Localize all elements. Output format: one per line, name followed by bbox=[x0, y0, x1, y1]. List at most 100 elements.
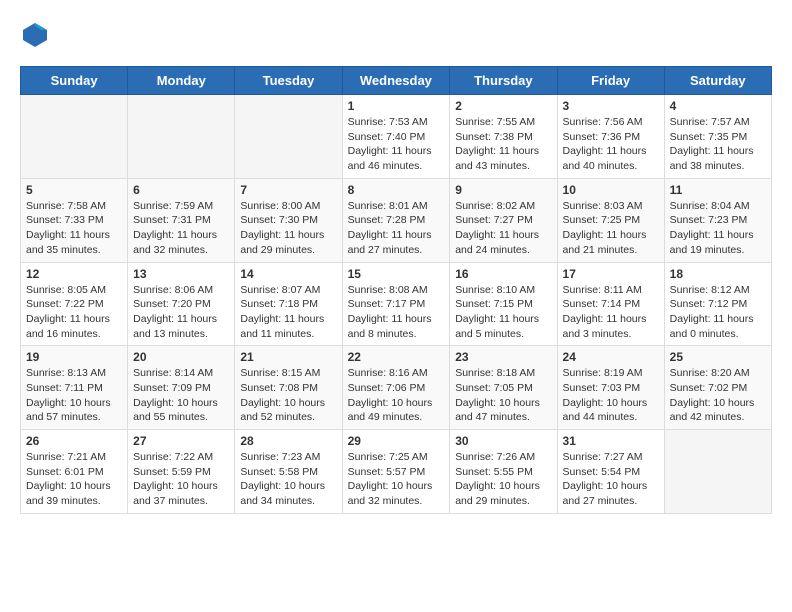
calendar-table: SundayMondayTuesdayWednesdayThursdayFrid… bbox=[20, 66, 772, 514]
day-info: Sunrise: 8:05 AM Sunset: 7:22 PM Dayligh… bbox=[26, 283, 122, 342]
day-number: 12 bbox=[26, 267, 122, 281]
day-number: 23 bbox=[455, 350, 551, 364]
day-info: Sunrise: 8:20 AM Sunset: 7:02 PM Dayligh… bbox=[670, 366, 766, 425]
day-info: Sunrise: 8:18 AM Sunset: 7:05 PM Dayligh… bbox=[455, 366, 551, 425]
day-number: 1 bbox=[348, 99, 445, 113]
weekday-header-thursday: Thursday bbox=[450, 67, 557, 95]
calendar-week-row: 26Sunrise: 7:21 AM Sunset: 6:01 PM Dayli… bbox=[21, 430, 772, 514]
day-number: 13 bbox=[133, 267, 229, 281]
day-number: 11 bbox=[670, 183, 766, 197]
calendar-cell: 18 Sunrise: 8:12 AM Sunset: 7:12 PM Dayli… bbox=[664, 262, 771, 346]
logo bbox=[20, 20, 54, 50]
day-info: Sunrise: 7:22 AM Sunset: 5:59 PM Dayligh… bbox=[133, 450, 229, 509]
day-number: 20 bbox=[133, 350, 229, 364]
day-info: Sunrise: 7:58 AM Sunset: 7:33 PM Dayligh… bbox=[26, 199, 122, 258]
calendar-week-row: 5 Sunrise: 7:58 AM Sunset: 7:33 PM Daylig… bbox=[21, 178, 772, 262]
day-number: 5 bbox=[26, 183, 122, 197]
day-number: 31 bbox=[563, 434, 659, 448]
day-number: 15 bbox=[348, 267, 445, 281]
day-number: 30 bbox=[455, 434, 551, 448]
calendar-week-row: 19 Sunrise: 8:13 AM Sunset: 7:11 PM Dayli… bbox=[21, 346, 772, 430]
day-info: Sunrise: 8:14 AM Sunset: 7:09 PM Dayligh… bbox=[133, 366, 229, 425]
weekday-header-saturday: Saturday bbox=[664, 67, 771, 95]
day-info: Sunrise: 8:10 AM Sunset: 7:15 PM Dayligh… bbox=[455, 283, 551, 342]
weekday-header-tuesday: Tuesday bbox=[235, 67, 342, 95]
calendar-cell: 1 Sunrise: 7:53 AM Sunset: 7:40 PM Daylig… bbox=[342, 95, 450, 179]
day-info: Sunrise: 8:16 AM Sunset: 7:06 PM Dayligh… bbox=[348, 366, 445, 425]
calendar-cell: 27 Sunrise: 7:22 AM Sunset: 5:59 PM Dayli… bbox=[128, 430, 235, 514]
day-info: Sunrise: 7:23 AM Sunset: 5:58 PM Dayligh… bbox=[240, 450, 336, 509]
weekday-header-wednesday: Wednesday bbox=[342, 67, 450, 95]
day-info: Sunrise: 7:27 AM Sunset: 5:54 PM Dayligh… bbox=[563, 450, 659, 509]
day-number: 6 bbox=[133, 183, 229, 197]
calendar-cell: 24 Sunrise: 8:19 AM Sunset: 7:03 PM Dayli… bbox=[557, 346, 664, 430]
day-info: Sunrise: 7:59 AM Sunset: 7:31 PM Dayligh… bbox=[133, 199, 229, 258]
calendar-cell: 2 Sunrise: 7:55 AM Sunset: 7:38 PM Daylig… bbox=[450, 95, 557, 179]
logo-icon bbox=[20, 20, 50, 50]
day-info: Sunrise: 8:04 AM Sunset: 7:23 PM Dayligh… bbox=[670, 199, 766, 258]
day-info: Sunrise: 8:06 AM Sunset: 7:20 PM Dayligh… bbox=[133, 283, 229, 342]
calendar-cell: 26Sunrise: 7:21 AM Sunset: 6:01 PM Dayli… bbox=[21, 430, 128, 514]
day-number: 10 bbox=[563, 183, 659, 197]
day-number: 14 bbox=[240, 267, 336, 281]
weekday-header-sunday: Sunday bbox=[21, 67, 128, 95]
day-number: 2 bbox=[455, 99, 551, 113]
day-number: 22 bbox=[348, 350, 445, 364]
day-info: Sunrise: 7:56 AM Sunset: 7:36 PM Dayligh… bbox=[563, 115, 659, 174]
day-number: 18 bbox=[670, 267, 766, 281]
day-number: 4 bbox=[670, 99, 766, 113]
day-info: Sunrise: 8:19 AM Sunset: 7:03 PM Dayligh… bbox=[563, 366, 659, 425]
day-number: 3 bbox=[563, 99, 659, 113]
day-info: Sunrise: 8:01 AM Sunset: 7:28 PM Dayligh… bbox=[348, 199, 445, 258]
day-number: 28 bbox=[240, 434, 336, 448]
calendar-cell: 25Sunrise: 8:20 AM Sunset: 7:02 PM Dayli… bbox=[664, 346, 771, 430]
calendar-week-row: 12 Sunrise: 8:05 AM Sunset: 7:22 PM Dayli… bbox=[21, 262, 772, 346]
day-number: 24 bbox=[563, 350, 659, 364]
day-info: Sunrise: 8:00 AM Sunset: 7:30 PM Dayligh… bbox=[240, 199, 336, 258]
calendar-cell: 22 Sunrise: 8:16 AM Sunset: 7:06 PM Dayli… bbox=[342, 346, 450, 430]
calendar-week-row: 1 Sunrise: 7:53 AM Sunset: 7:40 PM Daylig… bbox=[21, 95, 772, 179]
day-info: Sunrise: 8:07 AM Sunset: 7:18 PM Dayligh… bbox=[240, 283, 336, 342]
day-number: 19 bbox=[26, 350, 122, 364]
day-info: Sunrise: 7:26 AM Sunset: 5:55 PM Dayligh… bbox=[455, 450, 551, 509]
day-info: Sunrise: 7:53 AM Sunset: 7:40 PM Dayligh… bbox=[348, 115, 445, 174]
calendar-cell: 8Sunrise: 8:01 AM Sunset: 7:28 PM Daylig… bbox=[342, 178, 450, 262]
weekday-header-row: SundayMondayTuesdayWednesdayThursdayFrid… bbox=[21, 67, 772, 95]
calendar-cell: 21 Sunrise: 8:15 AM Sunset: 7:08 PM Dayli… bbox=[235, 346, 342, 430]
calendar-cell: 19 Sunrise: 8:13 AM Sunset: 7:11 PM Dayli… bbox=[21, 346, 128, 430]
day-info: Sunrise: 8:12 AM Sunset: 7:12 PM Dayligh… bbox=[670, 283, 766, 342]
calendar-cell bbox=[664, 430, 771, 514]
calendar-cell: 15 Sunrise: 8:08 AM Sunset: 7:17 PM Dayli… bbox=[342, 262, 450, 346]
calendar-cell: 4Sunrise: 7:57 AM Sunset: 7:35 PM Daylig… bbox=[664, 95, 771, 179]
day-number: 16 bbox=[455, 267, 551, 281]
day-info: Sunrise: 8:11 AM Sunset: 7:14 PM Dayligh… bbox=[563, 283, 659, 342]
calendar-cell: 11 Sunrise: 8:04 AM Sunset: 7:23 PM Dayli… bbox=[664, 178, 771, 262]
calendar-cell: 23 Sunrise: 8:18 AM Sunset: 7:05 PM Dayli… bbox=[450, 346, 557, 430]
day-number: 17 bbox=[563, 267, 659, 281]
day-number: 21 bbox=[240, 350, 336, 364]
calendar-cell: 28 Sunrise: 7:23 AM Sunset: 5:58 PM Dayli… bbox=[235, 430, 342, 514]
page-header bbox=[20, 20, 772, 50]
day-number: 27 bbox=[133, 434, 229, 448]
calendar-cell bbox=[235, 95, 342, 179]
day-info: Sunrise: 8:02 AM Sunset: 7:27 PM Dayligh… bbox=[455, 199, 551, 258]
weekday-header-friday: Friday bbox=[557, 67, 664, 95]
calendar-cell: 30 Sunrise: 7:26 AM Sunset: 5:55 PM Dayli… bbox=[450, 430, 557, 514]
calendar-cell: 3 Sunrise: 7:56 AM Sunset: 7:36 PM Daylig… bbox=[557, 95, 664, 179]
calendar-cell: 6 Sunrise: 7:59 AM Sunset: 7:31 PM Daylig… bbox=[128, 178, 235, 262]
weekday-header-monday: Monday bbox=[128, 67, 235, 95]
calendar-cell: 7 Sunrise: 8:00 AM Sunset: 7:30 PM Daylig… bbox=[235, 178, 342, 262]
day-info: Sunrise: 8:08 AM Sunset: 7:17 PM Dayligh… bbox=[348, 283, 445, 342]
day-info: Sunrise: 8:13 AM Sunset: 7:11 PM Dayligh… bbox=[26, 366, 122, 425]
calendar-cell: 14 Sunrise: 8:07 AM Sunset: 7:18 PM Dayli… bbox=[235, 262, 342, 346]
day-number: 29 bbox=[348, 434, 445, 448]
day-info: Sunrise: 7:55 AM Sunset: 7:38 PM Dayligh… bbox=[455, 115, 551, 174]
calendar-cell bbox=[21, 95, 128, 179]
calendar-cell: 12 Sunrise: 8:05 AM Sunset: 7:22 PM Dayli… bbox=[21, 262, 128, 346]
calendar-cell bbox=[128, 95, 235, 179]
calendar-cell: 16 Sunrise: 8:10 AM Sunset: 7:15 PM Dayli… bbox=[450, 262, 557, 346]
day-number: 7 bbox=[240, 183, 336, 197]
day-info: Sunrise: 8:15 AM Sunset: 7:08 PM Dayligh… bbox=[240, 366, 336, 425]
calendar-cell: 10Sunrise: 8:03 AM Sunset: 7:25 PM Dayli… bbox=[557, 178, 664, 262]
calendar-cell: 17 Sunrise: 8:11 AM Sunset: 7:14 PM Dayli… bbox=[557, 262, 664, 346]
